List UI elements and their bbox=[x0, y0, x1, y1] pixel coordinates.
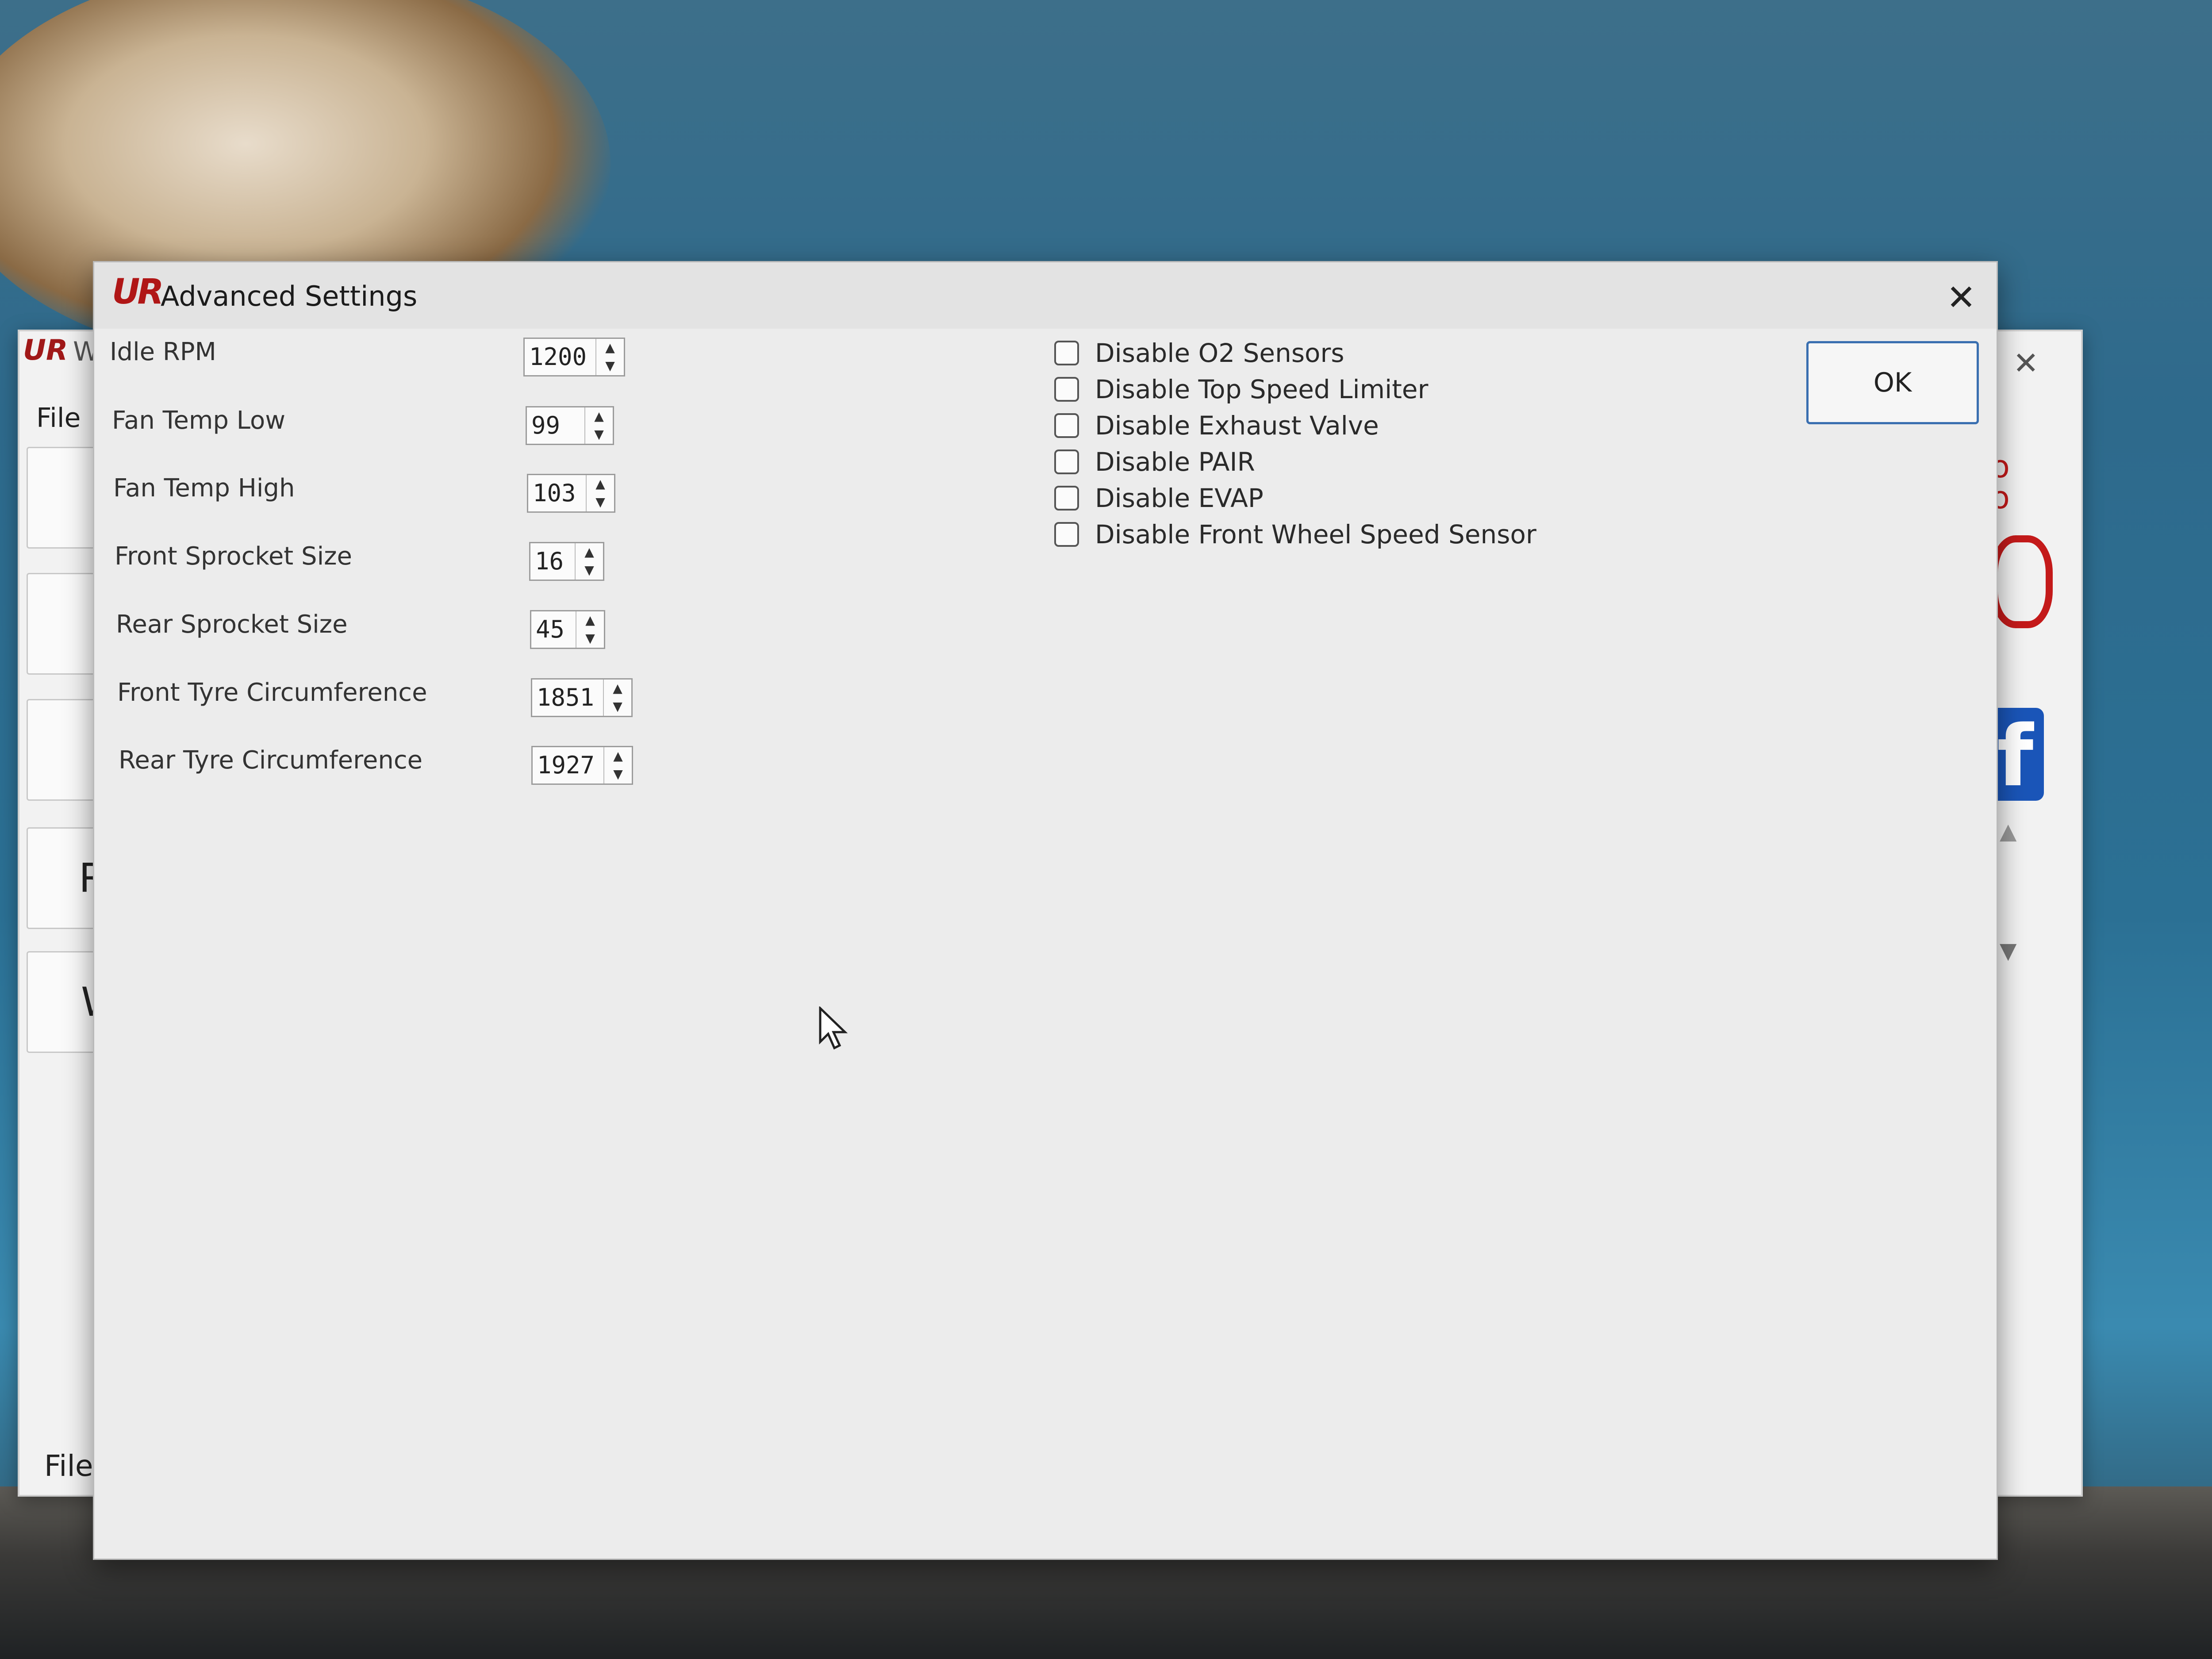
spin-down-icon[interactable]: ▼ bbox=[585, 426, 613, 444]
rear-tyre-circumference-spinner[interactable]: 1927 ▲ ▼ bbox=[531, 746, 633, 785]
spin-up-icon[interactable]: ▲ bbox=[596, 339, 624, 357]
rear-sprocket-size-label: Rear Sprocket Size bbox=[116, 610, 348, 639]
spin-up-icon[interactable]: ▲ bbox=[576, 611, 604, 630]
idle-rpm-label: Idle RPM bbox=[110, 338, 216, 366]
disable-o2-sensors-label: Disable O2 Sensors bbox=[1095, 338, 1344, 368]
checkbox-box[interactable] bbox=[1054, 413, 1079, 438]
advanced-settings-dialog: UR Advanced Settings ✕ Idle RPM 1200 ▲ ▼ … bbox=[93, 261, 1998, 1560]
disable-top-speed-limiter-checkbox[interactable]: Disable Top Speed Limiter bbox=[1054, 374, 1428, 405]
checkbox-box[interactable] bbox=[1054, 522, 1079, 547]
checkbox-box[interactable] bbox=[1054, 377, 1079, 402]
rear-sprocket-size-value[interactable]: 45 bbox=[531, 611, 576, 648]
spin-down-icon[interactable]: ▼ bbox=[604, 698, 631, 716]
disable-exhaust-valve-label: Disable Exhaust Valve bbox=[1095, 411, 1379, 441]
fan-temp-high-spinner[interactable]: 103 ▲ ▼ bbox=[527, 474, 615, 513]
spin-up-icon[interactable]: ▲ bbox=[587, 475, 614, 493]
disable-pair-label: Disable PAIR bbox=[1095, 447, 1255, 477]
idle-rpm-value[interactable]: 1200 bbox=[525, 339, 595, 375]
fan-temp-low-value[interactable]: 99 bbox=[527, 407, 584, 444]
checkbox-box[interactable] bbox=[1054, 449, 1079, 474]
spin-down-icon[interactable]: ▼ bbox=[587, 493, 614, 511]
spin-down-icon[interactable]: ▼ bbox=[576, 561, 603, 580]
front-sprocket-size-value[interactable]: 16 bbox=[530, 543, 575, 580]
front-sprocket-size-spinner[interactable]: 16 ▲ ▼ bbox=[529, 542, 604, 581]
spin-up-icon[interactable]: ▲ bbox=[576, 543, 603, 561]
fan-temp-low-label: Fan Temp Low bbox=[112, 406, 285, 435]
app-logo-icon: UR bbox=[112, 272, 164, 312]
fan-temp-high-label: Fan Temp High bbox=[113, 474, 295, 503]
close-button[interactable]: ✕ bbox=[1939, 276, 1983, 320]
background-file-menu[interactable]: File bbox=[36, 403, 81, 434]
disable-o2-sensors-checkbox[interactable]: Disable O2 Sensors bbox=[1054, 338, 1344, 369]
front-sprocket-size-label: Front Sprocket Size bbox=[115, 542, 352, 571]
front-tyre-circumference-label: Front Tyre Circumference bbox=[117, 678, 427, 707]
rear-tyre-circumference-value[interactable]: 1927 bbox=[533, 747, 603, 783]
disable-pair-checkbox[interactable]: Disable PAIR bbox=[1054, 446, 1255, 477]
spin-down-icon[interactable]: ▼ bbox=[596, 357, 624, 375]
front-tyre-circumference-value[interactable]: 1851 bbox=[532, 680, 603, 716]
disable-evap-checkbox[interactable]: Disable EVAP bbox=[1054, 483, 1263, 514]
disable-evap-label: Disable EVAP bbox=[1095, 483, 1263, 513]
front-tyre-circumference-spinner[interactable]: 1851 ▲ ▼ bbox=[531, 678, 633, 717]
spin-down-icon[interactable]: ▼ bbox=[604, 765, 632, 783]
background-close-icon[interactable]: ✕ bbox=[2013, 345, 2039, 381]
background-brand-logo-icon bbox=[1991, 535, 2053, 628]
disable-exhaust-valve-checkbox[interactable]: Disable Exhaust Valve bbox=[1054, 410, 1379, 441]
background-scroll-down-icon[interactable]: ▼ bbox=[2000, 938, 2016, 964]
fan-temp-low-spinner[interactable]: 99 ▲ ▼ bbox=[526, 406, 614, 445]
spin-up-icon[interactable]: ▲ bbox=[604, 680, 631, 698]
spin-up-icon[interactable]: ▲ bbox=[585, 407, 613, 426]
dialog-title: Advanced Settings bbox=[161, 280, 418, 312]
rear-tyre-circumference-label: Rear Tyre Circumference bbox=[119, 746, 423, 775]
disable-top-speed-limiter-label: Disable Top Speed Limiter bbox=[1095, 374, 1429, 404]
background-app-icon: UR bbox=[23, 334, 68, 367]
rear-sprocket-size-spinner[interactable]: 45 ▲ ▼ bbox=[530, 610, 605, 649]
dialog-titlebar[interactable]: UR Advanced Settings ✕ bbox=[94, 262, 1997, 329]
mouse-cursor-icon bbox=[819, 1006, 848, 1050]
spin-up-icon[interactable]: ▲ bbox=[604, 747, 632, 765]
checkbox-box[interactable] bbox=[1054, 341, 1079, 365]
disable-front-wheel-speed-sensor-label: Disable Front Wheel Speed Sensor bbox=[1095, 519, 1536, 549]
spin-down-icon[interactable]: ▼ bbox=[576, 630, 604, 648]
fan-temp-high-value[interactable]: 103 bbox=[528, 475, 586, 511]
idle-rpm-spinner[interactable]: 1200 ▲ ▼ bbox=[523, 338, 625, 376]
checkbox-box[interactable] bbox=[1054, 486, 1079, 511]
background-scroll-up-icon[interactable]: ▲ bbox=[2000, 818, 2016, 844]
ok-button[interactable]: OK bbox=[1806, 341, 1979, 424]
disable-front-wheel-speed-sensor-checkbox[interactable]: Disable Front Wheel Speed Sensor bbox=[1054, 519, 1536, 550]
